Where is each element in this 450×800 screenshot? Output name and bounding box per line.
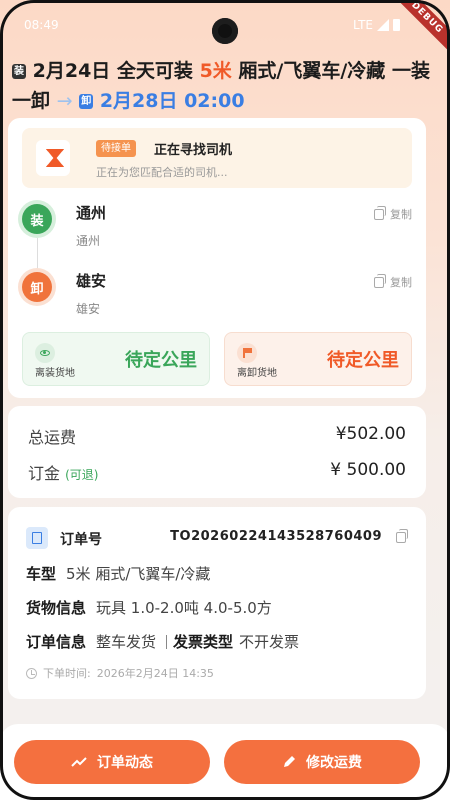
distance-to-unload: 离卸货地 待定公里 — [224, 332, 412, 386]
order-number-label: 订单号 — [60, 532, 102, 548]
cargo-label: 货物信息 — [26, 599, 87, 617]
order-time-label: 下单时间: — [43, 667, 91, 680]
hourglass-icon — [46, 149, 60, 167]
status-time: 08:49 — [24, 18, 59, 32]
copy-load-button[interactable]: 复制 — [374, 205, 412, 222]
unload-tag: 卸 — [79, 94, 94, 109]
stop-name: 通州 — [76, 204, 107, 222]
pencil-icon — [282, 755, 296, 769]
copy-label: 复制 — [390, 208, 412, 221]
truck-type: 厢式/飞翼车/冷藏 — [238, 60, 386, 82]
document-icon — [32, 532, 42, 544]
copy-icon — [374, 205, 386, 220]
unload-marker-icon: 卸 — [22, 272, 52, 302]
network-label: LTE — [353, 18, 373, 32]
battery-icon — [393, 19, 400, 31]
cargo-value: 玩具 1.0-2.0吨 4.0-5.0方 — [96, 599, 272, 617]
order-number: TO20260224143528760409 — [170, 529, 382, 544]
bottom-action-bar: 订单动态 修改运费 — [0, 724, 450, 800]
eye-icon-wrap — [35, 343, 55, 363]
camera-cutout — [212, 18, 238, 44]
edit-fee-label: 修改运费 — [306, 755, 362, 771]
flag-icon — [243, 348, 252, 358]
order-info-card: 订单号 TO20260224143528760409 车型 5米 厢式/飞翼车/冷… — [8, 507, 426, 699]
copy-order-number-icon[interactable] — [396, 529, 408, 543]
status-bar: 08:49 LTE — [0, 0, 450, 52]
order-time-row: 下单时间: 2026年2月24日 14:35 — [26, 665, 214, 681]
truck-length: 5米 — [199, 60, 232, 82]
unload-datetime: 2月28日 02:00 — [99, 90, 245, 112]
deposit-refundable-note: (可退) — [65, 468, 99, 482]
clock-icon — [26, 667, 37, 679]
total-fee-value: ¥502.00 — [335, 424, 406, 444]
invoice-value: 不开发票 — [239, 633, 300, 651]
cargo-row: 货物信息 玩具 1.0-2.0吨 4.0-5.0方 — [26, 597, 412, 618]
fee-card: 总运费 ¥502.00 订金 (可退) ¥ 500.00 — [8, 406, 426, 498]
deposit-value: ¥ 500.00 — [330, 460, 406, 480]
signal-icon — [377, 19, 389, 31]
vehicle-value: 5米 厢式/飞翼车/冷藏 — [66, 565, 211, 583]
order-status-box: 待接单 正在寻找司机 正在为您匹配合适的司机... — [22, 128, 412, 188]
stop-name: 雄安 — [76, 272, 107, 290]
deposit-row: 订金 (可退) ¥ 500.00 — [28, 460, 406, 484]
order-info-label: 订单信息 — [26, 633, 87, 651]
load-marker-icon: 装 — [22, 204, 52, 234]
trend-icon — [71, 757, 87, 767]
stop-address: 通州 — [76, 234, 101, 248]
separator — [166, 635, 168, 649]
total-fee-label: 总运费 — [28, 428, 77, 447]
total-fee-row: 总运费 ¥502.00 — [28, 424, 406, 448]
stop-address: 雄安 — [76, 302, 101, 316]
order-timeline-label: 订单动态 — [97, 755, 153, 771]
hourglass-icon-box — [36, 140, 70, 176]
edit-fee-button[interactable]: 修改运费 — [224, 740, 420, 784]
distance-value: 待定公里 — [327, 350, 399, 371]
status-title: 正在寻找司机 — [154, 143, 233, 158]
order-info-value: 整车发货 — [96, 633, 157, 651]
deposit-label: 订金 — [28, 464, 61, 483]
distance-to-load: 离装货地 待定公里 — [22, 332, 210, 386]
order-timeline-button[interactable]: 订单动态 — [14, 740, 210, 784]
order-info-row: 订单信息 整车发货 发票类型 不开发票 — [26, 631, 412, 652]
status-indicators: LTE — [353, 18, 400, 32]
distance-value: 待定公里 — [125, 350, 197, 371]
order-doc-icon — [26, 527, 48, 549]
status-subtitle: 正在为您匹配合适的司机... — [96, 166, 228, 179]
distance-caption: 离卸货地 — [237, 368, 277, 379]
load-time: 全天可装 — [116, 60, 193, 82]
copy-unload-button[interactable]: 复制 — [374, 273, 412, 290]
route-summary: 装 2月24日 全天可装 5米 厢式/飞翼车/冷藏 一装一卸 → 卸 2月28日… — [12, 56, 438, 116]
invoice-label: 发票类型 — [173, 633, 234, 651]
load-date: 2月24日 — [32, 60, 111, 82]
distance-caption: 离装货地 — [35, 368, 75, 379]
load-tag: 装 — [12, 64, 26, 79]
status-badge: 待接单 — [96, 140, 136, 157]
order-route-card: 待接单 正在寻找司机 正在为您匹配合适的司机... 装 通州 通州 复制 卸 雄… — [8, 118, 426, 398]
route-connector — [37, 238, 38, 270]
copy-label: 复制 — [390, 276, 412, 289]
vehicle-label: 车型 — [26, 565, 57, 583]
copy-icon — [374, 273, 386, 288]
eye-icon — [40, 350, 50, 356]
vehicle-row: 车型 5米 厢式/飞翼车/冷藏 — [26, 563, 412, 584]
flag-icon-wrap — [237, 343, 257, 363]
arrow-right-icon: → — [56, 90, 73, 112]
order-time-value: 2026年2月24日 14:35 — [96, 667, 214, 680]
